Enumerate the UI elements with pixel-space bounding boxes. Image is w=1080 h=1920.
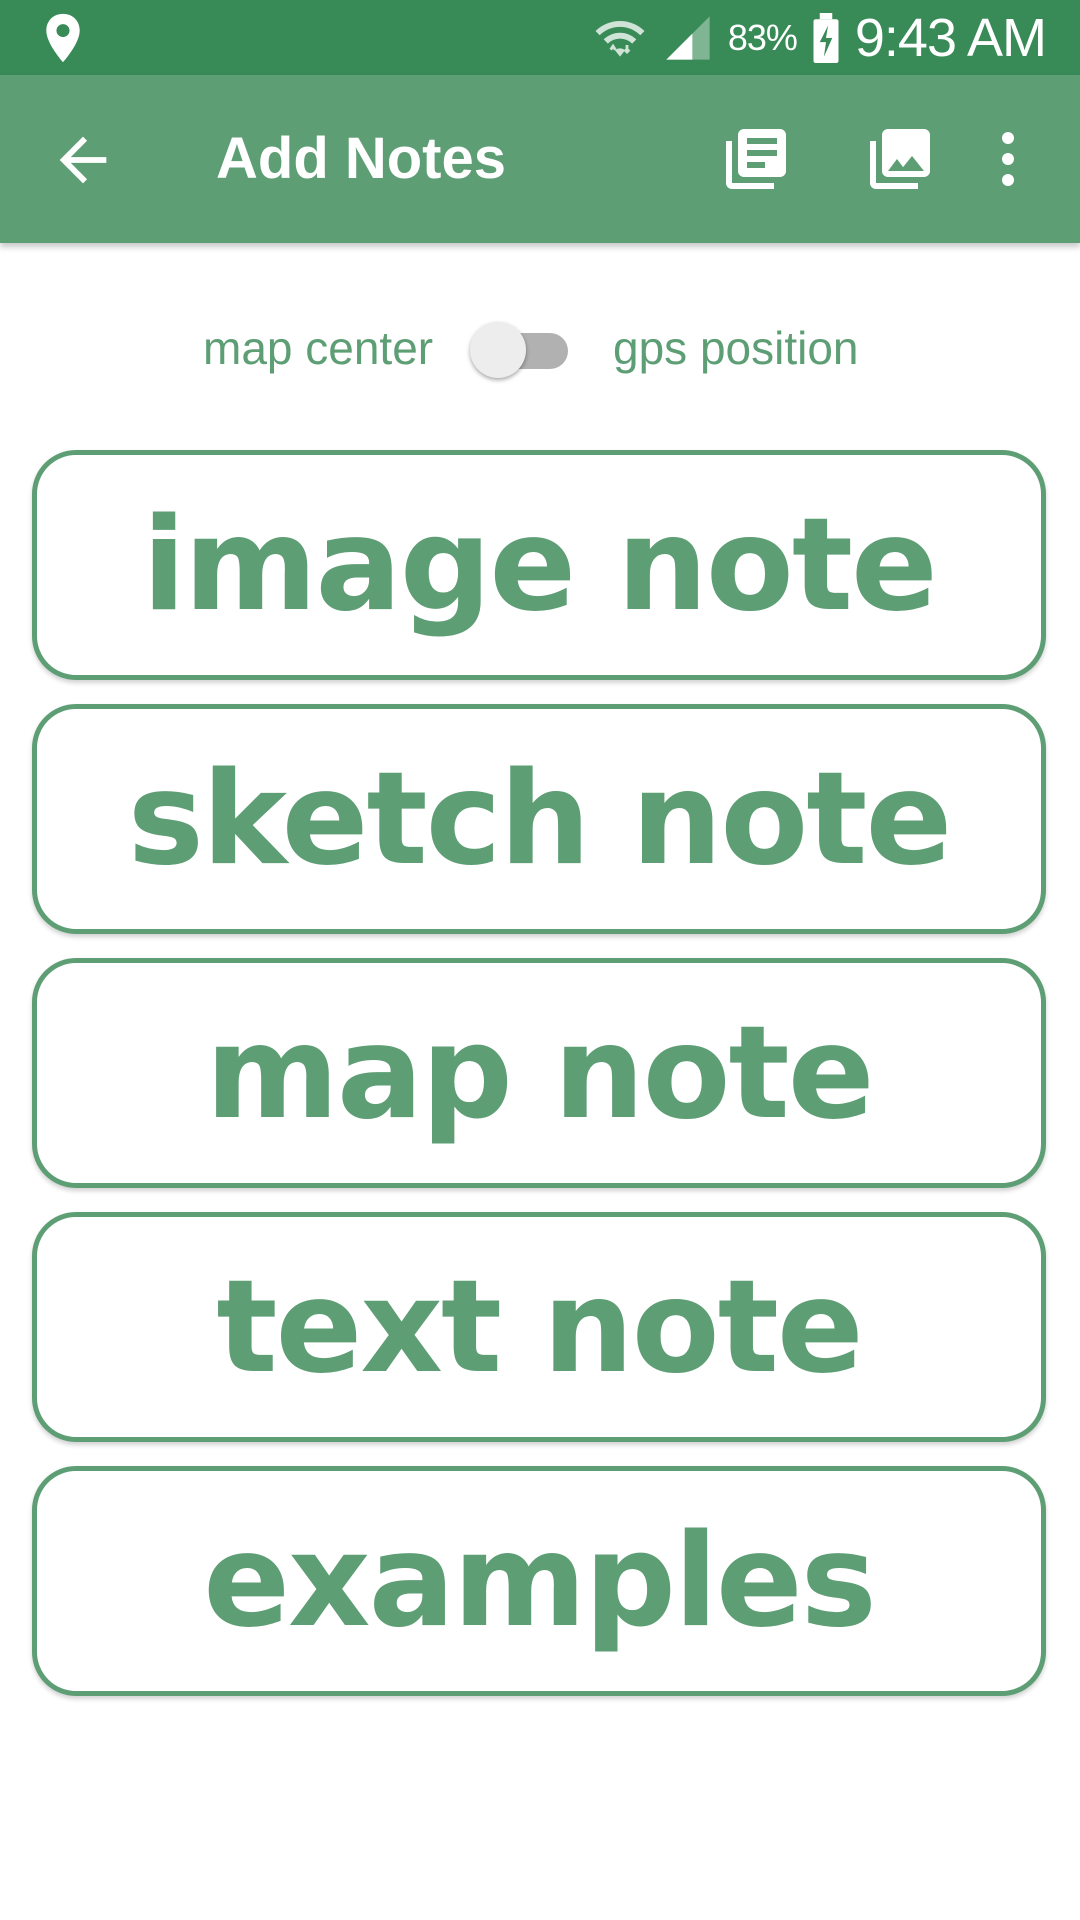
gps-position-label: gps position	[613, 322, 859, 374]
image-gallery-icon[interactable]	[864, 123, 936, 195]
status-bar: 83% 9:43 AM	[0, 0, 1080, 75]
notes-list-icon[interactable]	[720, 123, 792, 195]
page-title: Add Notes	[216, 126, 506, 191]
app-bar: Add Notes	[0, 75, 1080, 243]
position-toggle-row: map center gps position	[0, 300, 1080, 396]
map-center-label: map center	[203, 322, 434, 374]
more-vert-icon[interactable]	[972, 123, 1044, 195]
clock: 9:43 AM	[854, 7, 1047, 68]
image-note-button[interactable]: image note	[32, 450, 1046, 680]
map-note-button[interactable]: map note	[32, 958, 1046, 1188]
examples-button[interactable]: examples	[32, 1466, 1046, 1696]
switch-thumb	[470, 322, 526, 378]
sketch-note-button[interactable]: sketch note	[32, 704, 1046, 934]
battery-percentage: 83%	[727, 16, 798, 58]
wifi-icon	[595, 20, 645, 57]
cell-signal-icon	[666, 15, 710, 60]
battery-charging-icon	[813, 12, 839, 63]
back-arrow-icon[interactable]	[48, 125, 118, 195]
text-note-button[interactable]: text note	[32, 1212, 1046, 1442]
location-pin-icon	[46, 13, 80, 63]
position-source-switch[interactable]	[466, 318, 574, 378]
